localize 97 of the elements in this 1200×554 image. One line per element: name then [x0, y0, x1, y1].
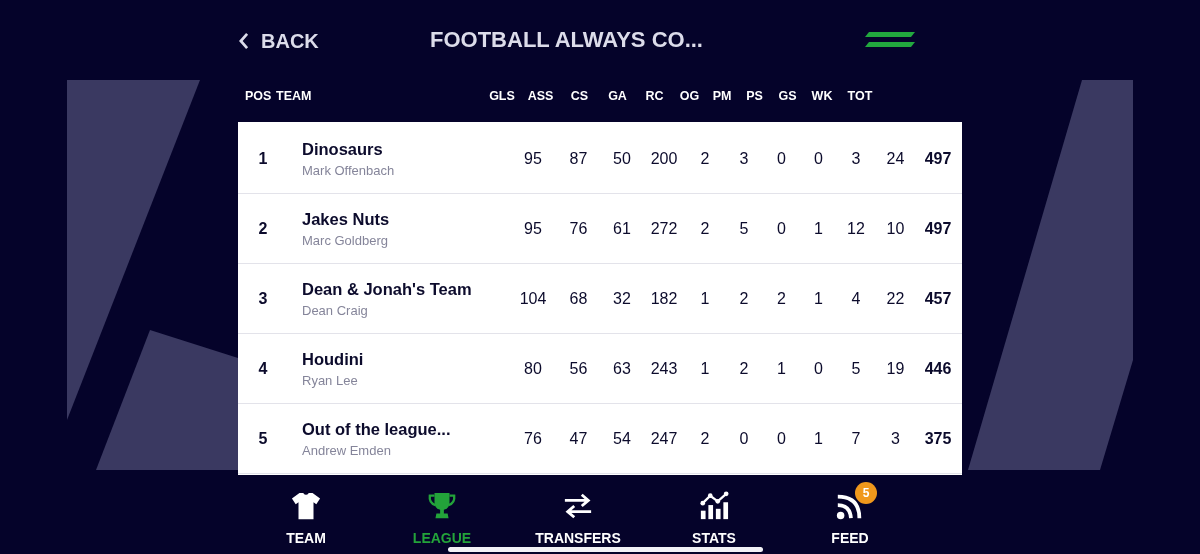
table-cell-text: 104 [518, 289, 548, 308]
shirt-icon [291, 491, 321, 521]
column-header: OG [678, 89, 701, 103]
table-cell-text: 272 [649, 219, 679, 238]
column-header: PS [745, 89, 764, 103]
position-number: 1 [257, 149, 269, 168]
column-header: POS [244, 89, 273, 103]
table-cell-text: 80 [523, 359, 543, 378]
table-cell-text: 61 [612, 219, 632, 238]
table-cell-text: 0 [776, 149, 787, 168]
nav-tab[interactable]: TRANSFERS [510, 475, 646, 554]
column-header: ASS [526, 89, 555, 103]
arrows-icon [563, 491, 593, 521]
page-title: FOOTBALL ALWAYS CO... [430, 27, 704, 53]
table-cell-text: 10 [885, 219, 906, 238]
table-cell-text: 2 [776, 289, 787, 308]
table-cell-text: 47 [568, 429, 589, 448]
table-cell-text: 200 [649, 149, 679, 168]
notification-badge: 5 [855, 482, 877, 504]
total-points: 446 [923, 359, 953, 378]
back-button[interactable]: BACK [238, 27, 430, 53]
table-cell-text: 76 [568, 219, 589, 238]
table-cell-text: 87 [568, 149, 589, 168]
manager-name: Ryan Lee [302, 372, 358, 388]
column-header: GLS [488, 89, 516, 103]
table-cell-text: 0 [813, 149, 824, 168]
table-cell-text: 247 [649, 429, 679, 448]
column-header: CS [569, 89, 590, 103]
table-cell-text: 32 [612, 289, 632, 308]
table-cell-text: 0 [776, 219, 787, 238]
column-header: GA [607, 89, 628, 103]
column-header: RC [644, 89, 665, 103]
table-cell-text: 3 [890, 429, 901, 448]
position-number: 2 [257, 219, 269, 238]
position-number: 3 [257, 289, 269, 308]
manager-name: Dean Craig [302, 302, 368, 318]
table-cell-text: 7 [850, 429, 862, 448]
table-cell-text: 19 [885, 359, 906, 378]
manager-name: Marc Goldberg [302, 232, 388, 248]
column-header: WK [810, 89, 834, 103]
team-name: Dean & Jonah's Team [302, 279, 472, 299]
chevron-icon [238, 32, 249, 50]
column-header: GS [777, 89, 798, 103]
table-cell-text: 1 [813, 429, 824, 448]
nav-tab[interactable]: LEAGUE [374, 475, 510, 554]
total-points: 375 [923, 429, 953, 448]
table-cell-text: 1 [699, 289, 711, 308]
nav-tab[interactable]: STATS [646, 475, 782, 554]
team-name: Houdini [302, 349, 364, 369]
table-cell-text: 1 [776, 359, 787, 378]
table-cell-text: 3 [850, 149, 862, 168]
table-cell-text: 50 [612, 149, 632, 168]
chart-icon [699, 491, 729, 521]
nav-tab[interactable]: 5 FEED [782, 475, 918, 554]
table-cell-text: 63 [612, 359, 632, 378]
table-cell-text: 0 [738, 429, 750, 448]
total-points: 457 [923, 289, 953, 308]
table-cell-text: 22 [885, 289, 906, 308]
column-header: TEAM [276, 89, 313, 103]
table-cell-text: 56 [568, 359, 589, 378]
table-cell-text: 243 [649, 359, 679, 378]
manager-name: Mark Offenbach [302, 162, 395, 178]
manager-name: Andrew Emden [302, 442, 391, 458]
table-cell-text: 182 [649, 289, 679, 308]
table-cell-text: 76 [523, 429, 543, 448]
table-cell-text: 2 [699, 149, 711, 168]
table-cell-text: 2 [699, 219, 711, 238]
table-cell-text: 24 [885, 149, 906, 168]
table-cell-text: 1 [699, 359, 711, 378]
table-cell-text: 1 [813, 219, 824, 238]
position-number: 5 [257, 429, 269, 448]
menu-icon[interactable] [865, 32, 915, 48]
team-name: Out of the league... [302, 419, 451, 439]
table-cell-text: 2 [738, 289, 750, 308]
total-points: 497 [923, 149, 953, 168]
team-name: Dinosaurs [302, 139, 383, 159]
table-cell-text: 5 [738, 219, 750, 238]
column-header: PM [711, 89, 733, 103]
total-points: 497 [923, 219, 953, 238]
table-cell-text: 68 [568, 289, 589, 308]
team-name: Jakes Nuts [302, 209, 390, 229]
nav-tab[interactable]: TEAM [238, 475, 374, 554]
column-header: TOT [846, 89, 874, 103]
table-cell-text: 0 [776, 429, 787, 448]
table-cell-text: 2 [699, 429, 711, 448]
table-cell-text: 0 [813, 359, 824, 378]
table-cell-text: 12 [846, 219, 866, 238]
table-cell-text: 95 [523, 149, 543, 168]
table-cell-text: 2 [738, 359, 750, 378]
table-cell-text: 4 [850, 289, 862, 308]
table-cell-text: 1 [813, 289, 824, 308]
trophy-icon [427, 491, 457, 521]
table-cell-text: 54 [612, 429, 632, 448]
table-cell-text: 5 [850, 359, 862, 378]
position-number: 4 [257, 359, 269, 378]
table-cell-text: 3 [738, 149, 750, 168]
table-cell-text: 95 [523, 219, 543, 238]
